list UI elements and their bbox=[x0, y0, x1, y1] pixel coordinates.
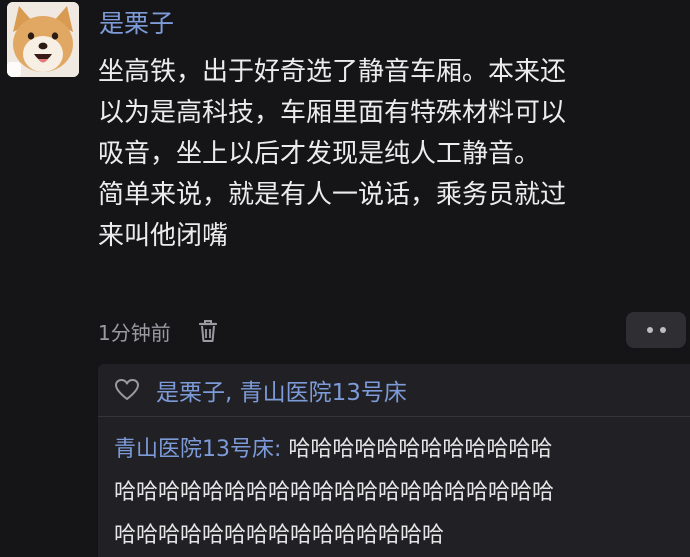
post-timestamp: 1分钟前 bbox=[98, 320, 171, 345]
reply-text: 哈哈哈哈哈哈哈哈哈哈哈哈 bbox=[281, 437, 553, 462]
comment-screen: 是栗子 坐高铁，出于好奇选了静音车厢。本来还 以为是高科技，车厢里面有特殊材料可… bbox=[0, 0, 690, 557]
post-content-line: 来叫他闭嘴 bbox=[98, 221, 229, 251]
post-content-line: 吸音，坐上以后才发现是纯人工静音。 bbox=[98, 139, 541, 169]
likes-row: 是栗子, 青山医院13号床 bbox=[114, 372, 407, 408]
likers-list[interactable]: 是栗子, 青山医院13号床 bbox=[156, 373, 407, 407]
reply-divider bbox=[98, 416, 690, 417]
trash-icon[interactable] bbox=[197, 318, 219, 344]
more-dots-icon bbox=[646, 327, 653, 333]
reply-line: 青山医院13号床: 哈哈哈哈哈哈哈哈哈哈哈哈 bbox=[114, 428, 684, 471]
user-avatar[interactable] bbox=[7, 2, 79, 77]
post-meta-row: 1分钟前 bbox=[98, 314, 219, 348]
reply-line: 哈哈哈哈哈哈哈哈哈哈哈哈哈哈哈 bbox=[114, 523, 445, 548]
heart-outline-icon[interactable] bbox=[114, 378, 140, 402]
reply-author[interactable]: 青山医院13号床: bbox=[114, 437, 281, 462]
reply-box: 是栗子, 青山医院13号床 青山医院13号床: 哈哈哈哈哈哈哈哈哈哈哈哈 哈哈哈… bbox=[98, 364, 690, 557]
more-options-button[interactable] bbox=[626, 312, 686, 348]
post-content: 坐高铁，出于好奇选了静音车厢。本来还 以为是高科技，车厢里面有特殊材料可以 吸音… bbox=[98, 52, 678, 257]
more-dots-icon bbox=[659, 327, 666, 333]
post-content-line: 以为是高科技，车厢里面有特殊材料可以 bbox=[98, 98, 567, 128]
reply-comment[interactable]: 青山医院13号床: 哈哈哈哈哈哈哈哈哈哈哈哈 哈哈哈哈哈哈哈哈哈哈哈哈哈哈哈哈哈… bbox=[114, 428, 684, 557]
post-content-line: 简单来说，就是有人一说话，乘务员就过 bbox=[98, 180, 567, 210]
post-username[interactable]: 是栗子 bbox=[99, 6, 174, 42]
shiba-dog-avatar-icon bbox=[7, 2, 79, 77]
reply-line: 哈哈哈哈哈哈哈哈哈哈哈哈哈哈哈哈哈哈哈哈 bbox=[114, 480, 555, 505]
post-content-line: 坐高铁，出于好奇选了静音车厢。本来还 bbox=[98, 57, 567, 87]
